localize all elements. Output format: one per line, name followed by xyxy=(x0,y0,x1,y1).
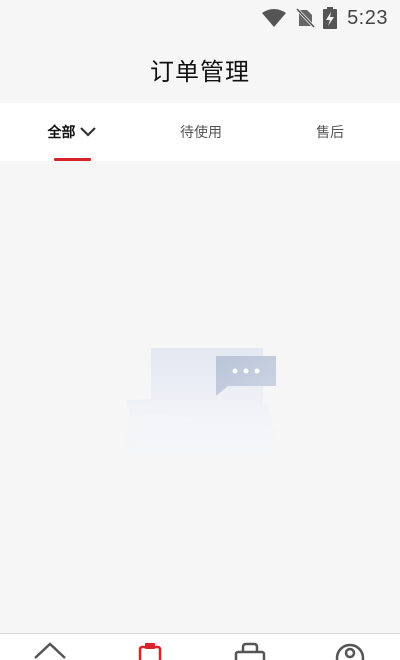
order-tabs: 全部 待使用 售后 xyxy=(0,103,400,161)
status-bar: 5:23 xyxy=(0,0,400,36)
tab-pending[interactable]: 待使用 xyxy=(155,103,247,161)
chevron-down-icon[interactable] xyxy=(79,126,97,138)
wifi-icon xyxy=(261,8,287,28)
status-icons: 5:23 xyxy=(253,6,388,30)
bottom-nav xyxy=(0,633,400,660)
tab-after-sale-label: 售后 xyxy=(316,125,344,141)
nav-shop[interactable] xyxy=(230,640,270,660)
nav-home[interactable] xyxy=(30,640,70,660)
status-time: 5:23 xyxy=(347,6,388,29)
page-title: 订单管理 xyxy=(150,57,250,86)
nav-orders[interactable] xyxy=(130,640,170,660)
empty-orders-illustration xyxy=(118,340,283,455)
profile-icon xyxy=(332,640,368,660)
orders-icon xyxy=(135,640,165,660)
tab-all[interactable]: 全部 xyxy=(30,103,114,161)
tab-all-label: 全部 xyxy=(47,125,76,141)
no-sim-icon xyxy=(295,7,316,29)
nav-me[interactable] xyxy=(330,640,370,660)
active-tab-indicator xyxy=(54,158,91,161)
home-icon xyxy=(32,640,68,660)
title-bar: 订单管理 xyxy=(0,36,400,102)
shopping-bag-icon xyxy=(232,640,268,660)
tab-after-sale[interactable]: 售后 xyxy=(290,103,370,161)
app-screen: 5:23 订单管理 全部 待使用 售后 xyxy=(0,0,400,660)
tab-pending-label: 待使用 xyxy=(180,125,222,141)
battery-charging-icon xyxy=(323,7,338,29)
